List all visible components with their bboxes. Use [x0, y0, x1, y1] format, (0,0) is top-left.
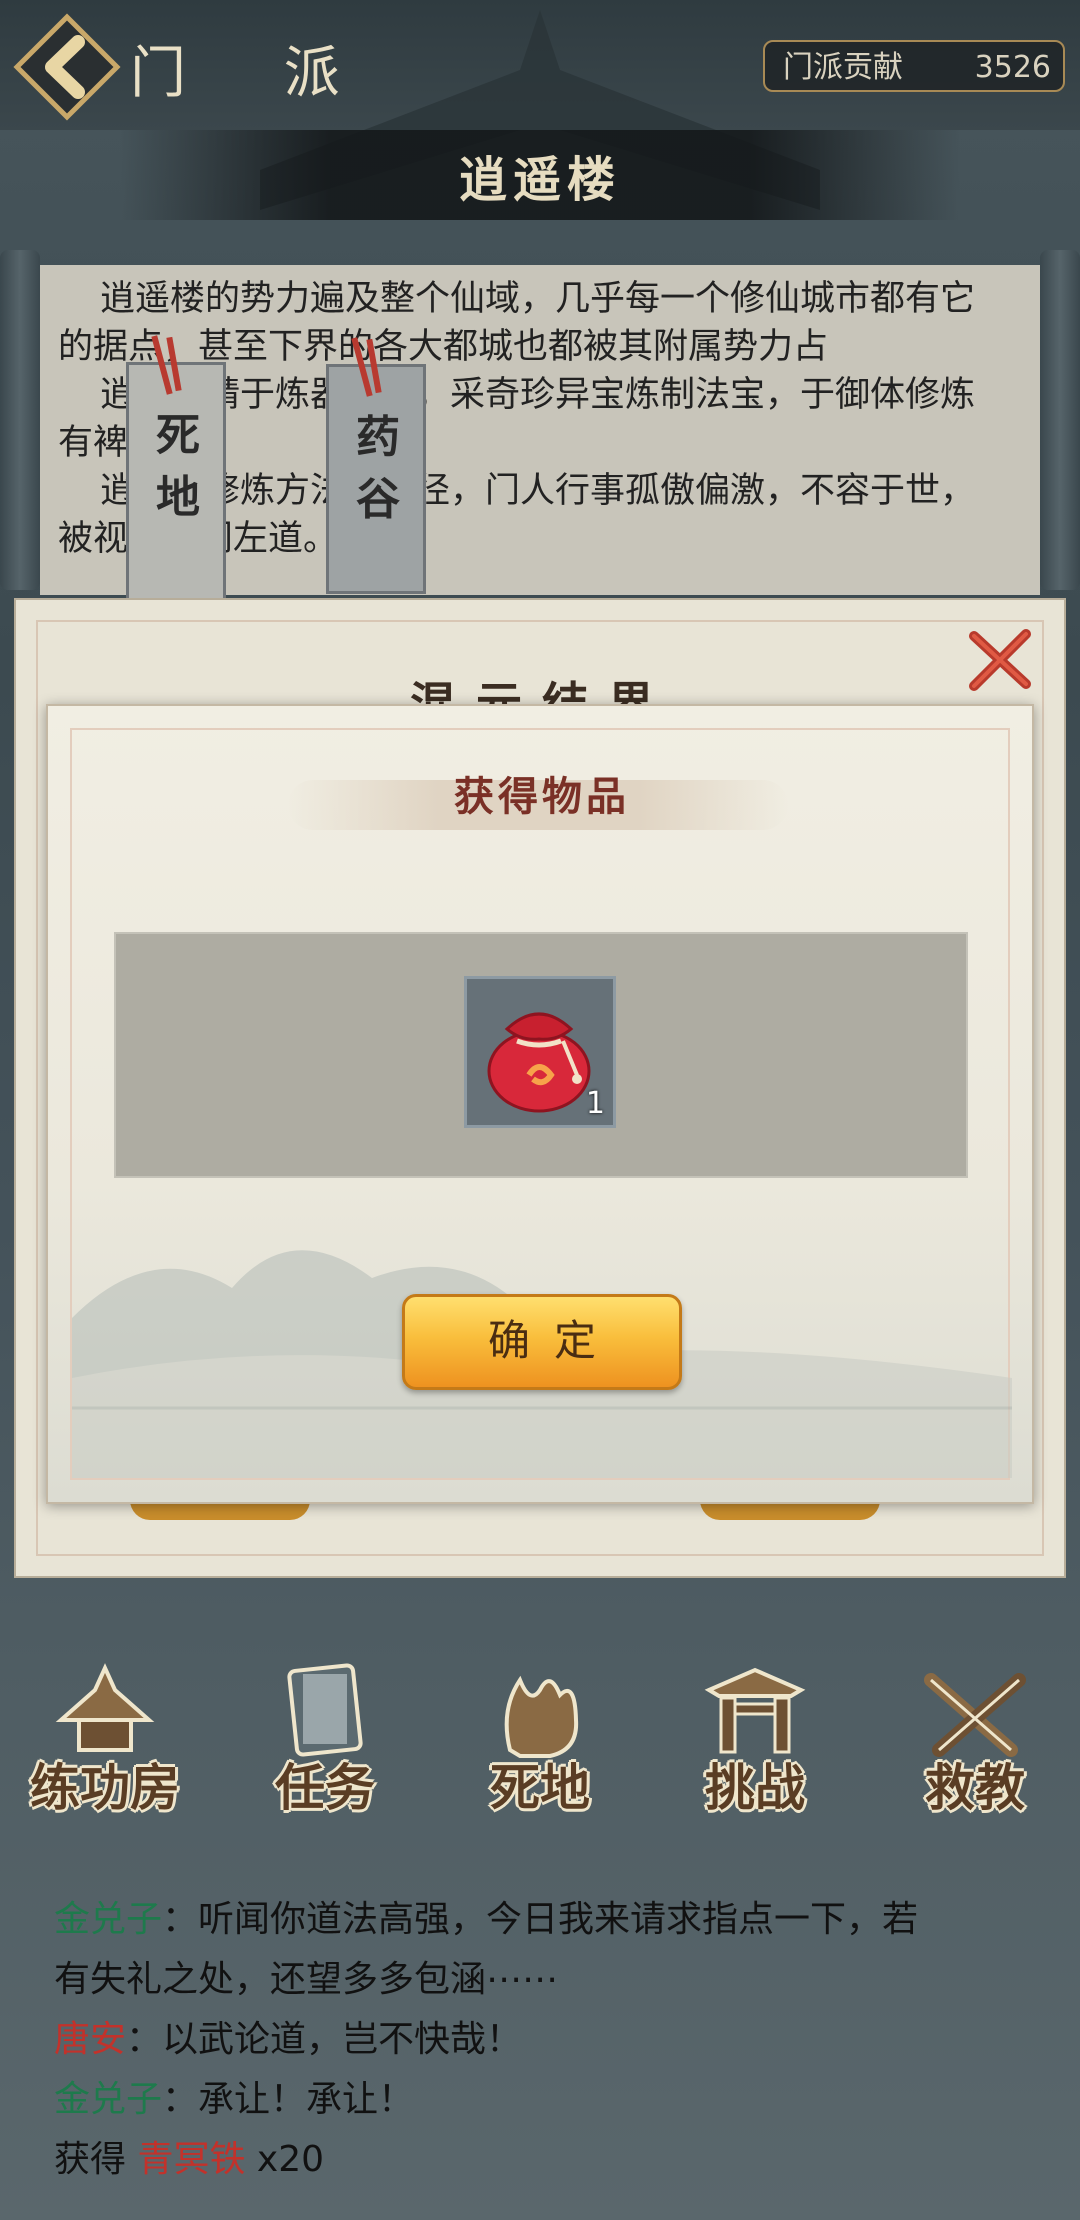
nav-item-challenge[interactable]: 挑战 [660, 1660, 850, 1820]
contribution-label: 门派贡献 [783, 50, 903, 85]
contribution-display: 门派贡献 3526 [763, 40, 1065, 92]
log-text: x20 [245, 2139, 325, 2180]
log-text: ：听闻你道法高强，今日我来请求指点一下，若 [162, 1899, 919, 1940]
nav-item-sidi[interactable]: 死地 [445, 1660, 635, 1820]
speaker-name: 唐安 [54, 2019, 127, 2060]
log-line: 有失礼之处，还望多多包涵⋯⋯ [54, 1950, 1034, 2010]
nav-label: 救教 [925, 1758, 1025, 1817]
nav-item-tasks[interactable]: 任务 [230, 1660, 420, 1820]
speaker-name: 金兑子 [54, 1899, 163, 1940]
contribution-value: 3526 [974, 50, 1051, 85]
back-icon[interactable] [12, 12, 122, 122]
log-line: 唐安：以武论道，岂不快哉！ [54, 2010, 1034, 2070]
nav-item-rescue[interactable]: 救教 [880, 1660, 1070, 1820]
log-line: 金兑子：承让！承让！ [54, 2070, 1034, 2130]
page-title: 门 派 [130, 41, 380, 106]
log-text: ：承让！承让！ [162, 2079, 415, 2120]
battle-log: 金兑子：听闻你道法高强，今日我来请求指点一下，若 有失礼之处，还望多多包涵⋯⋯ … [54, 1890, 1034, 2190]
nav-label: 练功房 [30, 1758, 180, 1817]
scroll-rod-right [1040, 250, 1080, 590]
description-paragraph: 逍遥楼的势力遍及整个仙域，几乎每一个修仙城市都有它的据点，甚至下界的各大都城也都… [58, 279, 976, 367]
nav-label: 死地 [490, 1758, 590, 1817]
reward-item-name: 青冥铁 [137, 2139, 246, 2180]
log-text: 获得 [54, 2139, 138, 2180]
reward-dialog-title: 获得物品 [454, 773, 630, 820]
tablet-yaogu[interactable]: 药谷 [326, 337, 426, 594]
speaker-name: 金兑子 [54, 2079, 163, 2120]
item-count: 1 [585, 1086, 605, 1121]
section-title: 逍遥楼 [458, 152, 621, 208]
log-text: ：以武论道，岂不快哉！ [126, 2019, 523, 2060]
tablet-label: 药谷 [356, 412, 400, 525]
nav-item-training-room[interactable]: 练功房 [10, 1660, 200, 1820]
tablet-label: 死地 [156, 410, 200, 523]
scroll-rod-left [0, 250, 40, 590]
close-icon[interactable] [960, 620, 1040, 700]
item-slot[interactable]: 1 [464, 976, 616, 1128]
log-text: 有失礼之处，还望多多包涵⋯⋯ [54, 1959, 559, 2000]
reward-dialog: 获得物品 1 确定 [46, 704, 1034, 1504]
nav-label: 任务 [275, 1758, 375, 1817]
confirm-button[interactable]: 确定 [402, 1294, 682, 1390]
nav-label: 挑战 [705, 1758, 805, 1817]
log-line: 获得 青冥铁 x20 [54, 2130, 1034, 2190]
log-line: 金兑子：听闻你道法高强，今日我来请求指点一下，若 [54, 1890, 1034, 1950]
